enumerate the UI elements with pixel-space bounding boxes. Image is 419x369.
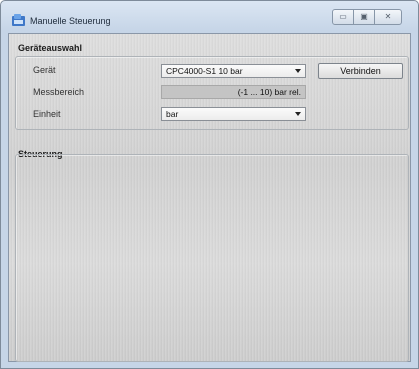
unit-label: Einheit [33,109,61,119]
window-controls: ▭ ▣ ✕ [332,9,402,25]
title-bar[interactable]: Manuelle Steuerung ▭ ▣ ✕ [1,1,418,31]
device-label: Gerät [33,65,56,75]
restore-button[interactable]: ▣ [353,9,375,25]
control-group [15,154,409,362]
client-area: Geräteauswahl Gerät CPC4000-S1 10 bar Ve… [8,33,411,362]
chevron-down-icon [295,69,301,73]
unit-combobox[interactable]: bar [161,107,306,121]
range-readout: (-1 ... 10) bar rel. [161,85,306,99]
device-selection-title: Geräteauswahl [18,43,83,53]
app-icon [12,14,25,26]
chevron-down-icon [295,112,301,116]
connect-button[interactable]: Verbinden [318,63,403,79]
window-title: Manuelle Steuerung [30,16,111,26]
close-button[interactable]: ✕ [374,9,402,25]
range-label: Messbereich [33,87,85,97]
unit-combobox-value: bar [166,109,179,119]
manual-control-window: Manuelle Steuerung ▭ ▣ ✕ Geräteauswahl G… [0,0,419,369]
device-combobox-value: CPC4000-S1 10 bar [166,66,243,76]
minimize-button[interactable]: ▭ [332,9,354,25]
device-combobox[interactable]: CPC4000-S1 10 bar [161,64,306,78]
